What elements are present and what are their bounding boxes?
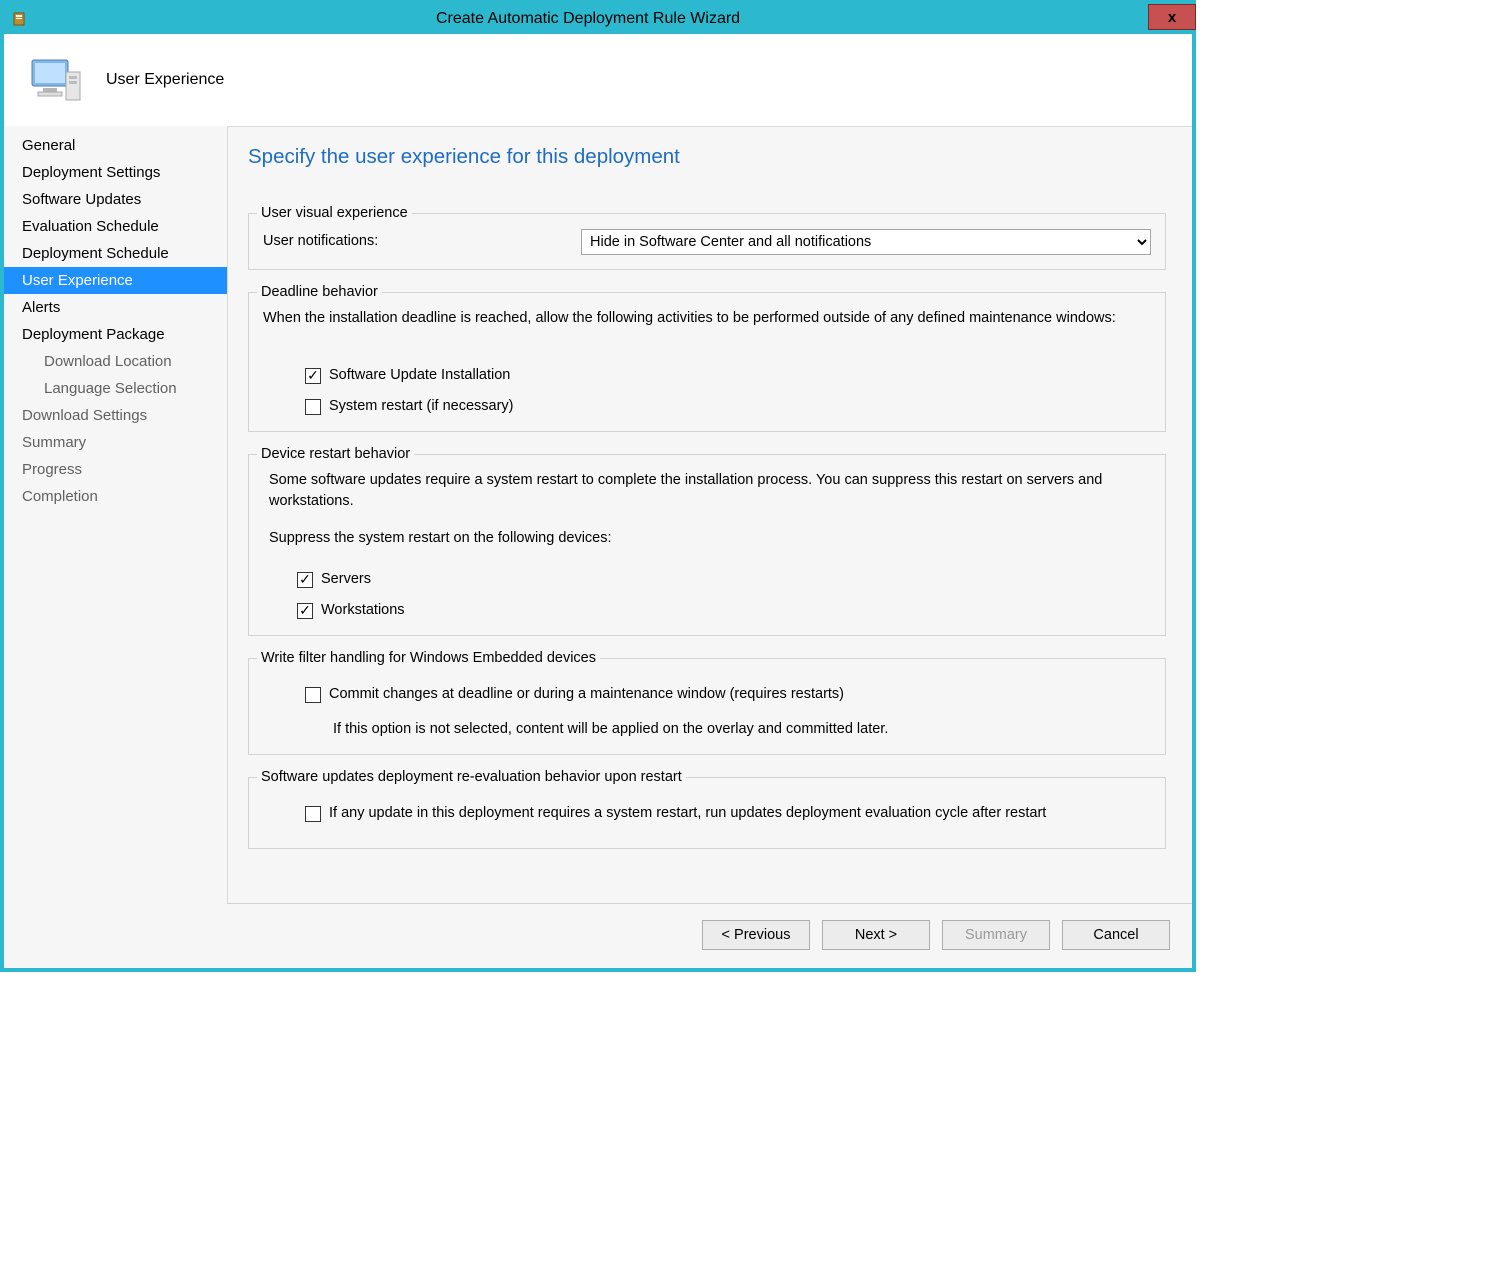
sidebar-item-user-experience[interactable]: User Experience [4,267,227,294]
legend-visual: User visual experience [257,205,412,221]
sidebar-item-deployment-schedule[interactable]: Deployment Schedule [4,240,227,267]
page-header: User Experience [4,34,1192,126]
titlebar: Create Automatic Deployment Rule Wizard … [4,4,1192,34]
window-frame: Create Automatic Deployment Rule Wizard … [0,0,1196,972]
write-filter-hint: If this option is not selected, content … [333,719,1151,740]
sidebar-item-deployment-settings[interactable]: Deployment Settings [4,159,227,186]
page-title: User Experience [106,71,224,89]
label-workstations: Workstations [321,600,405,621]
checkbox-workstations[interactable] [297,603,313,619]
sidebar-item-general[interactable]: General [4,132,227,159]
checkbox-reeval[interactable] [305,806,321,822]
group-user-visual-experience: User visual experience User notification… [248,205,1166,270]
checkbox-software-update-installation[interactable] [305,368,321,384]
content-heading: Specify the user experience for this dep… [248,145,1166,169]
checkbox-commit-changes[interactable] [305,687,321,703]
sidebar-item-software-updates[interactable]: Software Updates [4,186,227,213]
checkbox-system-restart[interactable] [305,399,321,415]
group-reevaluation: Software updates deployment re-evaluatio… [248,769,1166,849]
content-pane: Specify the user experience for this dep… [227,126,1192,903]
sidebar-item-completion[interactable]: Completion [4,483,227,510]
group-device-restart-behavior: Device restart behavior Some software up… [248,446,1166,636]
cancel-button[interactable]: Cancel [1062,920,1170,950]
legend-write-filter: Write filter handling for Windows Embedd… [257,650,600,666]
wizard-sidebar: General Deployment Settings Software Upd… [4,126,227,968]
user-notifications-select[interactable]: Hide in Software Center and all notifica… [581,229,1151,255]
group-write-filter: Write filter handling for Windows Embedd… [248,650,1166,755]
close-button[interactable]: x [1148,4,1196,30]
label-software-update-installation: Software Update Installation [329,365,510,386]
sidebar-item-language-selection[interactable]: Language Selection [4,375,227,402]
label-system-restart: System restart (if necessary) [329,396,514,417]
sidebar-item-download-settings[interactable]: Download Settings [4,402,227,429]
summary-button: Summary [942,920,1050,950]
legend-deadline: Deadline behavior [257,284,382,300]
wizard-icon [12,11,28,27]
window-title: Create Automatic Deployment Rule Wizard [28,10,1148,28]
sidebar-item-alerts[interactable]: Alerts [4,294,227,321]
sidebar-item-deployment-package[interactable]: Deployment Package [4,321,227,348]
sidebar-item-summary[interactable]: Summary [4,429,227,456]
device-restart-intro: Some software updates require a system r… [269,470,1151,512]
label-reeval: If any update in this deployment require… [329,803,1046,824]
deadline-intro: When the installation deadline is reache… [263,308,1151,329]
user-notifications-label: User notifications: [263,231,575,252]
sidebar-item-download-location[interactable]: Download Location [4,348,227,375]
previous-button[interactable]: < Previous [702,920,810,950]
next-button[interactable]: Next > [822,920,930,950]
group-deadline-behavior: Deadline behavior When the installation … [248,284,1166,432]
legend-reeval: Software updates deployment re-evaluatio… [257,769,686,785]
sidebar-item-progress[interactable]: Progress [4,456,227,483]
close-icon: x [1168,9,1176,26]
legend-device-restart: Device restart behavior [257,446,414,462]
label-commit-changes: Commit changes at deadline or during a m… [329,684,844,705]
monitor-icon [28,52,84,108]
body: General Deployment Settings Software Upd… [4,126,1192,968]
suppress-label: Suppress the system restart on the follo… [269,528,1151,549]
wizard-footer: < Previous Next > Summary Cancel [227,903,1192,968]
sidebar-item-evaluation-schedule[interactable]: Evaluation Schedule [4,213,227,240]
checkbox-servers[interactable] [297,572,313,588]
label-servers: Servers [321,569,371,590]
